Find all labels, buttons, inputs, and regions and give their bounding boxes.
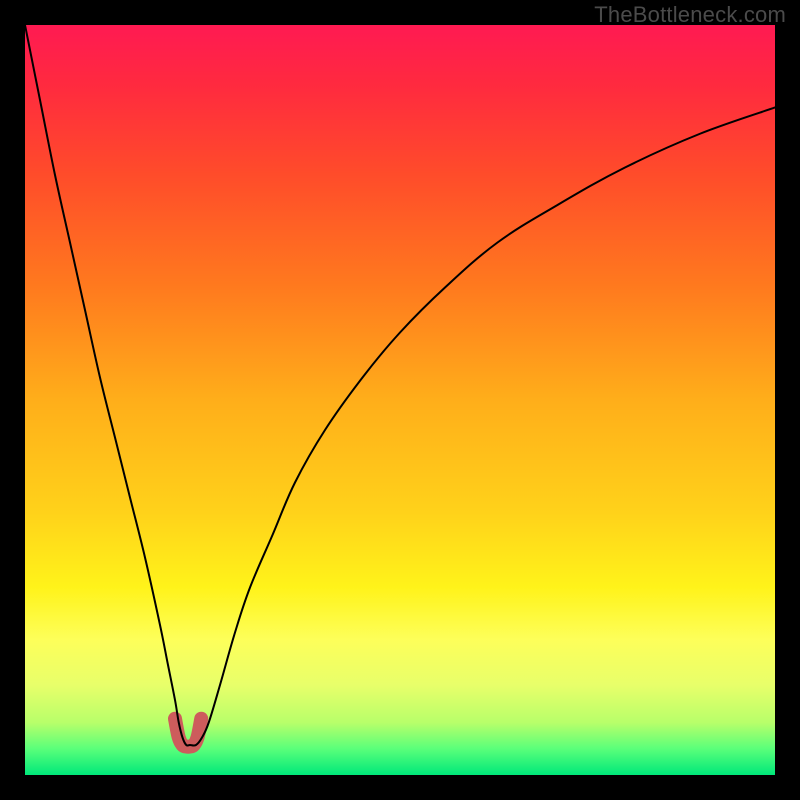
outer-frame: TheBottleneck.com — [0, 0, 800, 800]
curve-layer — [25, 25, 775, 775]
plot-area — [25, 25, 775, 775]
bottleneck-curve — [25, 25, 775, 746]
